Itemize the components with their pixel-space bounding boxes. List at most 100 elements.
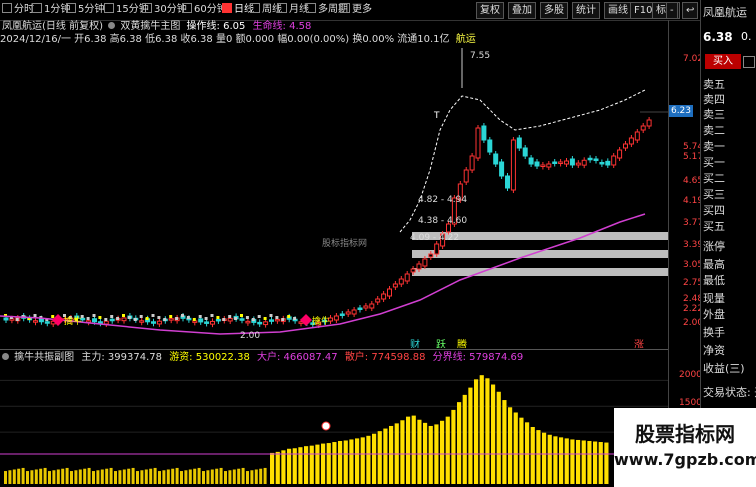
candle-body [410,268,416,273]
marker-dot [204,317,208,320]
quote-row-label: 涨停 [703,240,725,253]
toolbar-button[interactable]: 复权 [476,2,504,19]
quote-row-label: 净资 [703,344,725,357]
marker-dot [163,318,167,321]
watermark-box: 股票指标网 www.7gpzb.com [614,408,756,487]
volume-bar-small [131,467,135,484]
zone-label: 4.82 - 4.94 [418,195,467,205]
volume-bar-small [34,469,38,484]
candle-body [139,320,145,323]
volume-bar [530,427,535,484]
low-price-label: 2.00 [240,331,260,341]
ohlc-readout: 2024/12/16/一 开6.38 高6.38 低6.38 收6.38 量0 … [0,34,450,45]
sector-tag: 航运 [455,34,476,45]
volume-bar-small [149,468,153,484]
volume-bar [593,441,598,484]
candle-body [510,139,516,191]
marker-dot [116,317,120,320]
volume-bar-small [184,470,188,484]
marker-dot [139,315,143,318]
candle-body [623,143,628,149]
toolbar-button[interactable]: 画线 [604,2,632,19]
volume-bar [604,442,609,484]
volume-bar-small [8,470,12,484]
volume-bar [502,400,507,484]
candle-body [3,317,9,321]
volume-bar-small [105,468,109,484]
volume-bar [445,416,450,484]
candlestick-chart[interactable]: 7.55 2.00 4.82 - 4.94 4.38 - 4.60 4.09 - 4.2… [0,48,668,348]
volume-bar [496,391,501,484]
volume-bar [525,422,530,484]
marker-dot [269,314,273,317]
checkbox-icon [182,3,192,13]
label-zhang: 涨 [634,339,644,348]
candle-body [363,305,369,309]
candle-body [522,147,528,157]
volume-bar-small [48,471,51,484]
candle-body [257,321,263,325]
marker-dot [98,316,102,319]
volume-bar-small [219,467,223,484]
panel-toggle-icon[interactable] [743,56,755,68]
watermark-title: 股票指标网 [635,422,735,446]
volume-bar-small [65,467,69,484]
period-tab[interactable]: 更多 [338,3,374,17]
volume-bar [457,402,462,484]
volume-bar-small [21,467,25,484]
minus-button[interactable]: - [666,2,678,19]
toolbar-button[interactable]: 叠加 [508,2,536,19]
candle-body [192,320,198,323]
candle-body [339,313,345,316]
volume-bar [366,435,371,484]
life-line-value: 生命线: 4.58 [252,21,312,32]
candle-body [198,318,204,323]
period-label: 更多 [352,4,372,15]
period-tab[interactable]: 5分钟 [64,3,106,17]
marker-dot [122,314,125,317]
candle-body [593,158,599,162]
marker-dot [210,314,214,317]
volume-bar [428,425,433,484]
indicator-name[interactable]: 双黄擒牛主图 [120,21,180,32]
volume-chart[interactable] [0,364,668,487]
volume-bar-small [206,470,210,484]
volume-bar-small [180,471,183,484]
peak-price-label: 7.55 [470,51,490,61]
back-icon[interactable]: ↩ [682,2,699,19]
checkbox-icon [104,3,114,13]
volume-bar-small [43,467,47,484]
volume-bar-small [52,470,56,484]
volume-bar [309,445,314,484]
candle-body [646,119,652,127]
sub-chart-header: 擒牛共振副图 主力: 399374.78 游资: 530022.38 大户: 4… [0,349,668,364]
candle-body [428,253,434,258]
volume-bar [315,444,320,484]
volume-bar [598,442,603,484]
volume-bar [485,378,490,484]
checkbox-icon [250,3,260,13]
volume-bar-small [78,469,82,484]
volume-bar-small [210,469,214,484]
volume-bar [468,387,473,484]
marker-dot [104,318,108,321]
stock-title[interactable]: 凤凰航运(日线 前复权) [2,21,103,32]
volume-bar-small [109,467,113,484]
buy-button[interactable]: 买入 [705,54,741,69]
volume-bar [389,425,394,484]
candle-body [564,160,569,165]
volume-bar [383,428,388,484]
volume-bar [587,440,592,484]
marker-dot [293,317,297,320]
trade-status: 交易状态: 开 [703,386,756,399]
candle-body [215,318,221,322]
info-line-2: 2024/12/16/一 开6.38 高6.38 低6.38 收6.38 量0 … [0,33,476,46]
candle-body [392,283,398,288]
volume-bar-small [193,468,197,484]
candle-body [375,298,381,303]
toolbar-button[interactable]: 多股 [540,2,568,19]
toolbar-button[interactable]: 统计 [572,2,600,19]
sub-title[interactable]: 擒牛共振副图 [14,352,74,363]
volume-bar-small [166,469,170,484]
candle-body [263,321,269,326]
